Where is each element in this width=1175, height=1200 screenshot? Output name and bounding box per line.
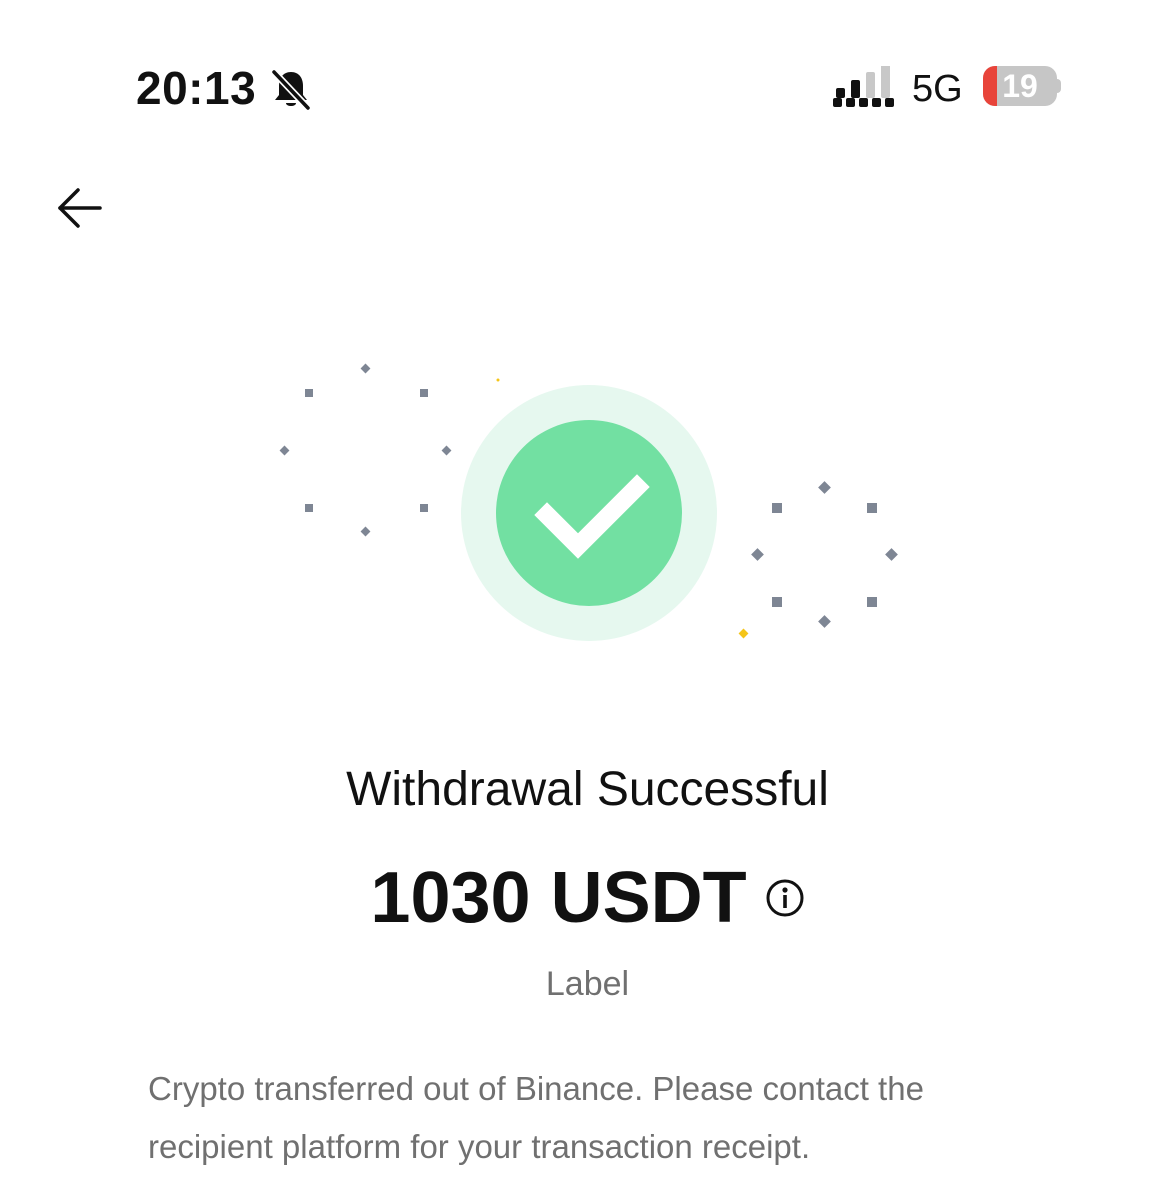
confetti-diamond xyxy=(818,481,831,494)
signal-bar xyxy=(851,80,860,98)
confetti-square xyxy=(305,504,313,512)
confetti-diamond xyxy=(885,548,898,561)
success-circle xyxy=(496,420,682,606)
confetti-diamond xyxy=(751,548,764,561)
confetti-square xyxy=(305,389,313,397)
back-button[interactable] xyxy=(50,180,110,236)
network-label: 5G xyxy=(912,68,963,110)
confetti-diamond xyxy=(360,526,371,537)
amount-row: 1030 USDT xyxy=(0,856,1175,940)
confetti-diamond xyxy=(441,445,452,456)
confetti-square xyxy=(420,504,428,512)
confetti-square xyxy=(772,503,782,513)
battery-body: 19 xyxy=(983,66,1057,106)
label-text: Label xyxy=(545,965,630,1003)
confetti-right xyxy=(738,481,898,639)
battery-nub xyxy=(1057,79,1061,93)
confetti-square xyxy=(420,389,428,397)
status-bar: 20:13 5G 19 xyxy=(0,0,1175,140)
confetti-square xyxy=(867,597,877,607)
battery-level: 19 xyxy=(1002,68,1038,104)
confetti-square xyxy=(772,597,782,607)
signal-dot xyxy=(833,98,842,107)
success-illustration xyxy=(279,363,898,641)
confetti-diamond xyxy=(360,363,371,374)
signal-bar xyxy=(866,72,875,98)
confetti-diamond-yellow xyxy=(738,628,749,639)
signal-dot xyxy=(885,98,894,107)
confetti-diamond xyxy=(818,615,831,628)
withdrawal-amount: 1030 USDT xyxy=(370,858,747,938)
signal-dot xyxy=(859,98,868,107)
signal-dot xyxy=(872,98,881,107)
confetti-dot xyxy=(496,378,500,382)
info-icon[interactable] xyxy=(765,878,805,918)
signal-icon xyxy=(833,66,894,107)
status-time: 20:13 xyxy=(136,62,257,114)
bell-slash-icon xyxy=(270,68,312,112)
signal-dot xyxy=(846,98,855,107)
confetti-square xyxy=(867,503,877,513)
arrow-left-icon xyxy=(58,188,102,228)
battery-icon: 19 xyxy=(983,66,1061,106)
signal-bar xyxy=(881,66,890,98)
confetti-diamond xyxy=(279,445,290,456)
description-text: Crypto transferred out of Binance. Pleas… xyxy=(148,1070,924,1165)
page-title: Withdrawal Successful xyxy=(346,763,829,816)
signal-bar xyxy=(836,88,845,98)
